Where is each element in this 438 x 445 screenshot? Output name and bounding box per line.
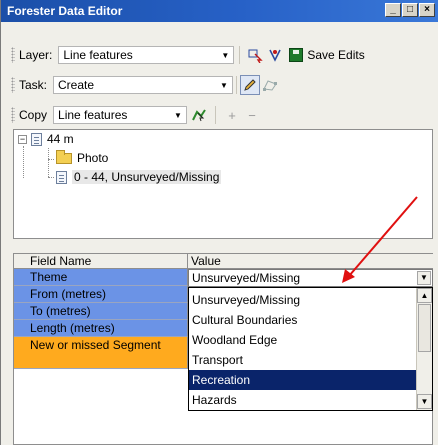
forester-data-editor-window: Forester Data Editor _ □ × Layer: Line f… xyxy=(0,0,438,445)
annotation-arrow-icon xyxy=(342,196,418,283)
